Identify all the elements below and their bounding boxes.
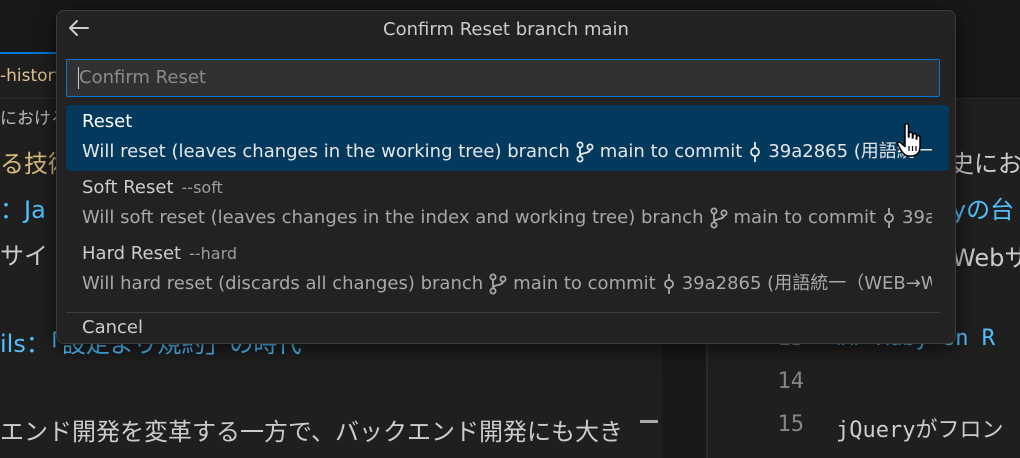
option-description: --soft — [181, 178, 223, 197]
git-commit-icon — [882, 207, 896, 229]
detail-branch: main to commit — [599, 141, 743, 162]
line-number: 14 — [777, 369, 805, 394]
cancel-option[interactable]: Cancel — [66, 311, 940, 343]
detail-text: Will reset (leaves changes in the workin… — [82, 141, 570, 162]
detail-branch: main to commit — [513, 273, 656, 294]
option-label: Reset — [82, 111, 133, 132]
editor-line-text: エンド開発を変革する一方で、バックエンド開発にも大き — [0, 418, 624, 446]
git-branch-icon — [710, 207, 728, 229]
line-number: 15 — [777, 412, 805, 437]
detail-text: Will hard reset (discards all changes) b… — [82, 273, 484, 294]
option-reset[interactable]: Reset Will reset (leaves changes in the … — [66, 105, 949, 171]
option-soft-reset[interactable]: Soft Reset --soft Will soft reset (leaves… — [66, 171, 949, 237]
git-commit-icon — [748, 141, 762, 163]
editor-line-text: サイ — [0, 242, 48, 270]
confirm-input[interactable]: Confirm Reset — [66, 59, 940, 97]
option-label-line: Hard Reset --hard — [82, 241, 949, 267]
quick-pick: Confirm Reset branch main Confirm Reset … — [56, 10, 956, 344]
hand-pointer-icon — [896, 122, 924, 164]
option-detail: Will hard reset (discards all changes) b… — [82, 267, 932, 301]
detail-text: Will soft reset (leaves changes in the i… — [82, 207, 704, 228]
editor-line-text: ：Ja — [0, 196, 46, 224]
option-label: Soft Reset — [82, 177, 174, 198]
editor-line-text: Webサ — [952, 244, 1020, 272]
editor-line: 史にお — [950, 144, 1020, 179]
editor-line: サイ — [0, 236, 48, 271]
editor-line: エンド開発を変革する一方で、バックエンド開発にも大き — [0, 412, 623, 447]
editor-line: ：Ja — [0, 190, 46, 225]
option-description: --hard — [189, 244, 238, 263]
code-line: jQueryがフロン — [836, 418, 1004, 443]
option-label: Hard Reset — [82, 243, 182, 264]
input-placeholder: Confirm Reset — [79, 67, 206, 88]
detail-commit: 39a2... — [902, 207, 932, 228]
detail-commit: 39a2865 (用語統一（WEB→W... — [681, 273, 932, 294]
option-label-line: Soft Reset --soft — [82, 175, 949, 201]
option-detail: Will soft reset (leaves changes in the i… — [82, 201, 932, 235]
git-commit-icon — [662, 273, 676, 295]
option-detail: Will reset (leaves changes in the workin… — [82, 135, 932, 169]
git-branch-icon — [576, 141, 594, 163]
quick-pick-title: Confirm Reset branch main — [383, 19, 629, 40]
scrollbar-marker — [640, 420, 658, 423]
option-hard-reset[interactable]: Hard Reset --hard Will hard reset (discar… — [66, 237, 949, 303]
git-branch-icon — [489, 273, 507, 295]
detail-branch: main to commit — [733, 207, 877, 228]
editor-line: Webサ — [952, 238, 1020, 273]
option-label-line: Reset — [82, 109, 949, 135]
editor-line-text: 史にお — [950, 150, 1020, 178]
